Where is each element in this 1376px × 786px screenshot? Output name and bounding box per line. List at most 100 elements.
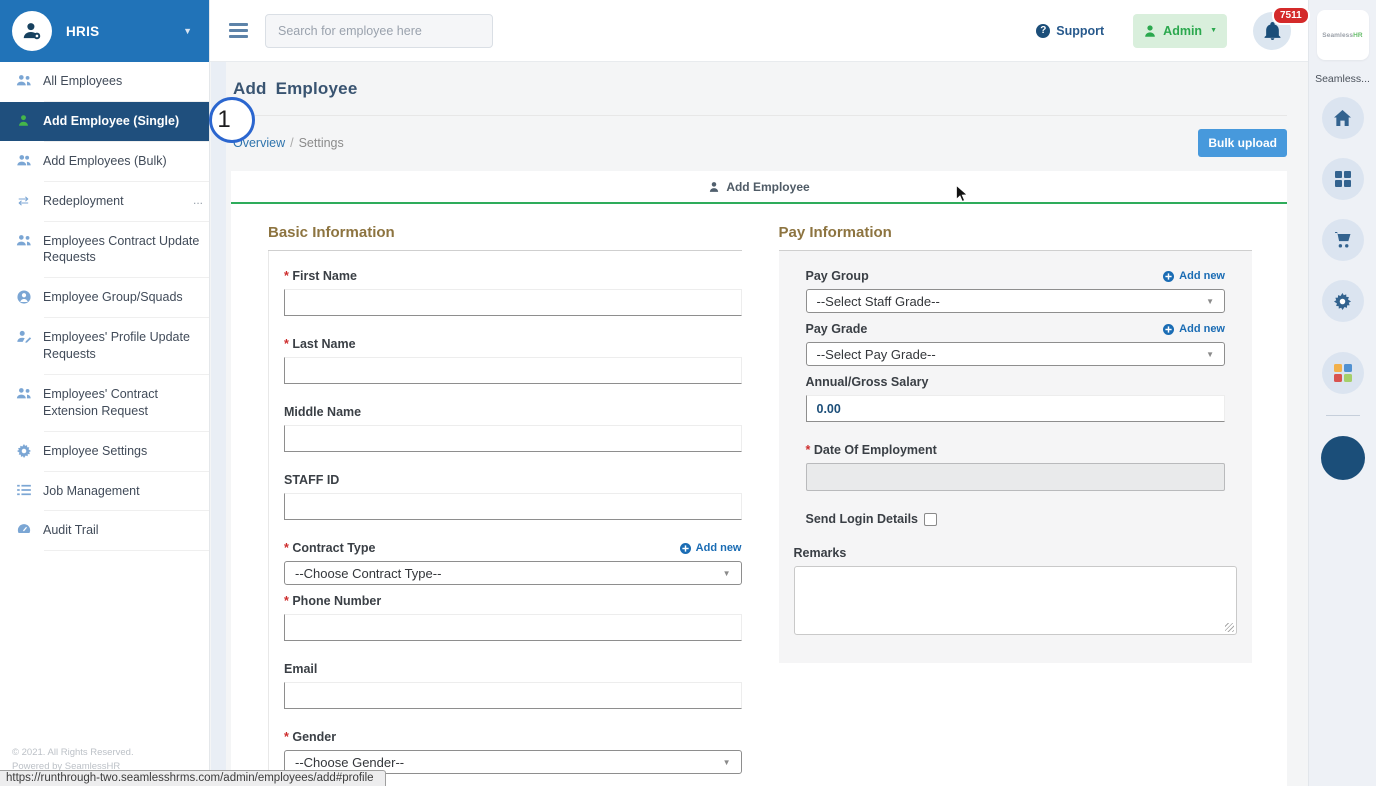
grid-icon <box>1335 171 1351 187</box>
apps-button[interactable] <box>1322 352 1364 394</box>
pay-information-section: Pay Information Pay Group Add new <box>779 224 1253 786</box>
chevron-down-icon: ▼ <box>1206 350 1214 359</box>
field-send-login-details: Send Login Details <box>806 512 1226 526</box>
field-annual-gross-salary: Annual/Gross Salary <box>806 375 1226 422</box>
people-icon <box>15 234 32 247</box>
field-email: Email <box>284 662 742 709</box>
field-phone-number: Phone Number <box>284 594 742 641</box>
date-of-employment-input[interactable] <box>806 463 1226 491</box>
people-icon <box>15 387 32 400</box>
search-input[interactable] <box>265 14 493 48</box>
field-label: Contract Type <box>284 541 375 555</box>
chevron-down-icon: ▼ <box>723 758 731 767</box>
field-middle-name: Middle Name <box>284 405 742 452</box>
field-label: Pay Grade <box>806 322 868 336</box>
support-link[interactable]: ? Support <box>1036 24 1104 38</box>
sidebar-item-job-management[interactable]: Job Management <box>0 472 209 511</box>
status-url-bar: https://runthrough-two.seamlesshrms.com/… <box>0 770 386 786</box>
notifications-button[interactable]: 7511 <box>1253 12 1291 50</box>
app: HRIS ▼ All Employees Add Employee (Singl… <box>0 0 1376 786</box>
add-new-contract-type-link[interactable]: Add new <box>680 542 742 554</box>
settings-icon <box>1334 293 1351 310</box>
copyright-text: © 2021. All Rights Reserved. <box>12 746 209 760</box>
field-label: Remarks <box>794 546 847 560</box>
app-rail: SeamlessHR Seamless... <box>1308 0 1376 786</box>
divider <box>1326 415 1360 416</box>
gauge-icon <box>15 523 32 534</box>
field-label: Email <box>284 662 317 676</box>
field-label: First Name <box>284 269 357 283</box>
bulk-upload-button[interactable]: Bulk upload <box>1198 129 1287 157</box>
sidebar-item-add-employees-bulk[interactable]: Add Employees (Bulk) <box>0 142 209 181</box>
people-icon <box>15 74 32 87</box>
sidebar-item-redeployment[interactable]: ⇄ Redeployment ... <box>0 182 209 221</box>
content-scrollbar[interactable] <box>211 62 226 786</box>
chevron-down-icon: ▼ <box>1206 297 1214 306</box>
mouse-cursor <box>955 184 970 209</box>
section-heading: Basic Information <box>268 224 742 251</box>
field-label: STAFF ID <box>284 473 339 487</box>
plus-circle-icon <box>1163 324 1174 335</box>
tab-add-employee[interactable]: Add Employee <box>231 171 1287 204</box>
marketplace-button[interactable] <box>1322 219 1364 261</box>
sidebar: HRIS ▼ All Employees Add Employee (Singl… <box>0 0 210 786</box>
person-icon <box>708 181 720 193</box>
sidebar-menu: All Employees Add Employee (Single) Add … <box>0 62 209 746</box>
staff-id-input[interactable] <box>284 493 742 520</box>
pay-group-select[interactable]: --Select Staff Grade-- ▼ <box>806 289 1226 313</box>
field-label: Annual/Gross Salary <box>806 375 929 389</box>
first-name-input[interactable] <box>284 289 742 316</box>
field-gender: Gender --Choose Gender-- ▼ <box>284 730 742 774</box>
chevron-down-icon: ▼ <box>1210 27 1217 34</box>
breadcrumb-settings: Settings <box>299 136 344 150</box>
field-label: Last Name <box>284 337 356 351</box>
add-employee-card: Add Employee Basic Information First Nam… <box>231 171 1287 786</box>
add-new-pay-group-link[interactable]: Add new <box>1163 270 1225 282</box>
topbar-right: ? Support Admin ▼ 7511 <box>1036 12 1291 50</box>
apps-color-icon <box>1334 364 1352 382</box>
sidebar-item-all-employees[interactable]: All Employees <box>0 62 209 101</box>
menu-toggle-icon[interactable] <box>229 23 248 38</box>
last-name-input[interactable] <box>284 357 742 384</box>
page-header: Add Employee <box>231 62 1287 116</box>
section-heading: Pay Information <box>779 224 1253 251</box>
sidebar-item-contract-update-requests[interactable]: Employees Contract Update Requests <box>0 222 209 278</box>
send-login-details-checkbox[interactable] <box>924 513 937 526</box>
swap-arrows-icon: ⇄ <box>15 194 32 207</box>
sidebar-item-add-employee-single[interactable]: Add Employee (Single) <box>0 102 209 141</box>
user-avatar[interactable] <box>1321 436 1365 480</box>
field-contract-type: Contract Type Add new --Choose Contract … <box>284 541 742 585</box>
hris-module-icon <box>12 11 52 51</box>
remarks-textarea[interactable] <box>794 566 1238 635</box>
sidebar-item-audit-trail[interactable]: Audit Trail <box>0 511 209 550</box>
person-edit-icon <box>15 330 32 343</box>
sidebar-header[interactable]: HRIS ▼ <box>0 0 209 62</box>
topbar: ? Support Admin ▼ 7511 <box>210 0 1308 62</box>
pay-grade-select[interactable]: --Select Pay Grade-- ▼ <box>806 342 1226 366</box>
sidebar-item-profile-update-requests[interactable]: Employees' Profile Update Requests <box>0 318 209 374</box>
add-new-pay-grade-link[interactable]: Add new <box>1163 323 1225 335</box>
sidebar-item-contract-extension-request[interactable]: Employees' Contract Extension Request <box>0 375 209 431</box>
home-button[interactable] <box>1322 97 1364 139</box>
divider <box>44 550 209 551</box>
sidebar-item-employee-settings[interactable]: Employee Settings <box>0 432 209 471</box>
pay-information-fields: Pay Group Add new --Select Staff Grade--… <box>779 251 1253 663</box>
middle-name-input[interactable] <box>284 425 742 452</box>
field-staff-id: STAFF ID <box>284 473 742 520</box>
breadcrumb-row: Overview/Settings Bulk upload <box>231 116 1287 171</box>
person-icon <box>1143 24 1157 38</box>
people-icon <box>15 154 32 167</box>
person-circle-icon <box>15 290 32 304</box>
contract-type-select[interactable]: --Choose Contract Type-- ▼ <box>284 561 742 585</box>
annual-gross-salary-input[interactable] <box>806 395 1226 422</box>
gear-icon <box>15 444 32 458</box>
modules-button[interactable] <box>1322 158 1364 200</box>
seamlesshr-logo[interactable]: SeamlessHR <box>1317 10 1369 60</box>
email-input[interactable] <box>284 682 742 709</box>
sidebar-item-employee-group-squads[interactable]: Employee Group/Squads <box>0 278 209 317</box>
phone-number-input[interactable] <box>284 614 742 641</box>
basic-information-section: Basic Information First Name Last Name <box>268 224 742 786</box>
cart-icon <box>1334 232 1351 248</box>
settings-button[interactable] <box>1322 280 1364 322</box>
admin-menu-button[interactable]: Admin ▼ <box>1133 14 1227 48</box>
